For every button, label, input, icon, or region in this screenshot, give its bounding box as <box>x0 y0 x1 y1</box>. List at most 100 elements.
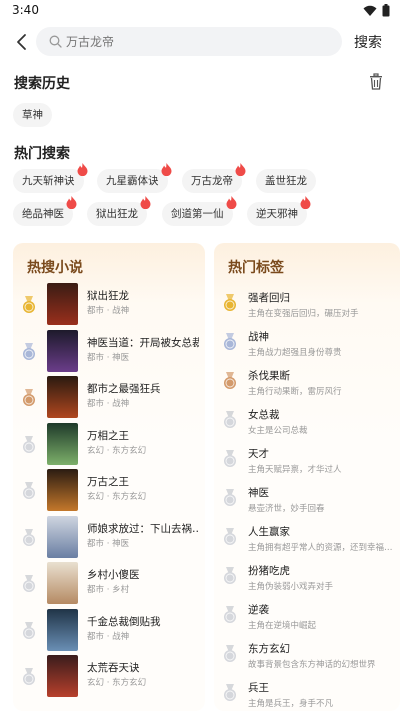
rank-medal-icon <box>22 575 36 597</box>
tag-name: 兵王 <box>248 682 269 694</box>
novel-title: 乡村小傻医 <box>87 569 140 581</box>
rank-medal-icon <box>22 435 36 458</box>
hot-tags-title: 热门标签 <box>228 260 284 276</box>
hot-search-chip[interactable]: 绝品神医 <box>13 196 77 226</box>
novel-meta: 玄幻 · 东方玄幻 <box>87 445 147 456</box>
flame-icon <box>66 196 77 209</box>
novel-title: 万古之王 <box>87 476 129 488</box>
tag-name: 女总裁 <box>248 409 280 421</box>
tag-row[interactable]: 强者回归主角在变强后回归，碾压对手 <box>214 288 400 328</box>
novel-meta: 都市 · 神医 <box>87 352 130 363</box>
tag-desc: 故事背景包含东方神话的幻想世界 <box>248 660 376 670</box>
back-arrow-icon[interactable] <box>12 32 32 52</box>
novel-row[interactable]: 千金总裁倒贴我 都市 · 战神 <box>13 608 205 656</box>
hot-search-chip-label: 盖世狂龙 <box>265 175 307 187</box>
tag-row[interactable]: 东方玄幻 故事背景包含东方神话的幻想世界 <box>214 639 400 679</box>
search-button[interactable]: 搜索 <box>354 32 382 52</box>
tag-row[interactable]: 人生赢家主角拥有超乎常人的资源，还到幸福… <box>214 522 400 562</box>
rank-medal-icon <box>22 296 36 318</box>
search-input[interactable] <box>66 32 326 51</box>
book-cover[interactable] <box>47 329 78 372</box>
hot-search-chip[interactable]: 九星霸体诀 <box>97 163 171 193</box>
novel-title: 狱出狂龙 <box>87 290 129 302</box>
tag-name: 逆袭 <box>248 604 269 616</box>
novel-title: 太荒吞天诀 <box>87 662 140 674</box>
book-cover[interactable] <box>47 655 78 697</box>
status-bar: 3:40 <box>0 0 400 22</box>
tag-name: 神医 <box>248 487 269 499</box>
novel-row[interactable]: 师娘求放过：下山去祸… 都市 · 神医 <box>13 515 205 563</box>
search-box[interactable] <box>36 27 342 56</box>
book-cover[interactable] <box>47 608 78 651</box>
rank-medal-icon <box>22 528 36 551</box>
tag-row[interactable]: 逆袭主角在逆境中崛起 <box>214 600 400 640</box>
rank-medal-icon <box>223 645 237 667</box>
tag-name: 强者回归 <box>248 292 290 304</box>
tag-desc: 主角行动果断，雷厉风行 <box>248 387 342 397</box>
novel-row[interactable]: 都市之最强狂兵 都市 · 战神 <box>13 376 205 423</box>
tag-name: 人生赢家 <box>248 526 290 538</box>
hot-search-chip[interactable]: 逆天邪神 <box>247 196 311 226</box>
book-cover[interactable] <box>47 376 78 418</box>
rank-medal-icon <box>22 389 36 411</box>
flame-icon <box>300 196 311 209</box>
tag-desc: 主角天赋异禀，才华过人 <box>248 465 342 475</box>
flame-icon <box>77 163 87 176</box>
novel-row[interactable]: 狱出狂龙 都市 · 战神 <box>13 283 205 330</box>
novel-meta: 都市 · 战神 <box>87 631 130 642</box>
rank-medal-icon <box>223 411 237 433</box>
tag-name: 战神 <box>248 331 269 343</box>
novel-row[interactable]: 太荒吞天诀玄幻 · 东方玄幻 <box>13 655 205 702</box>
hot-search-chip[interactable]: 九天斩神诀 <box>13 163 87 193</box>
hot-search-chip[interactable]: 万古龙帝 <box>182 163 246 193</box>
novel-row[interactable]: 神医当道：开局被女总裁… 都市 · 神医 <box>13 329 205 377</box>
rank-medal-icon <box>22 342 36 365</box>
book-cover[interactable] <box>47 469 78 511</box>
book-cover[interactable] <box>47 515 78 558</box>
tag-row[interactable]: 兵王 主角是兵王，身手不凡 <box>214 678 400 711</box>
hot-search-chip[interactable]: 盖世狂龙 <box>256 169 316 193</box>
novel-meta: 玄幻 · 东方玄幻 <box>87 678 147 688</box>
tag-desc: 女主是公司总裁 <box>248 426 308 436</box>
history-chip[interactable]: 草神 <box>13 103 52 127</box>
tag-row[interactable]: 天才主角天赋异禀，才华过人 <box>214 444 400 484</box>
novel-row[interactable]: 万相之王 玄幻 · 东方玄幻 <box>13 422 205 470</box>
hot-search-chip-label: 逆天邪神 <box>256 208 298 220</box>
status-time: 3:40 <box>12 3 39 17</box>
tag-desc: 主角拥有超乎常人的资源，还到幸福… <box>248 543 393 553</box>
tag-desc: 主角在逆境中崛起 <box>248 621 317 631</box>
search-icon <box>49 35 62 48</box>
book-cover[interactable] <box>47 283 78 325</box>
novel-meta: 都市 · 神医 <box>87 538 130 549</box>
book-cover[interactable] <box>47 422 78 465</box>
battery-icon <box>382 4 390 17</box>
search-history-title: 搜索历史 <box>14 76 70 92</box>
flame-icon <box>161 163 171 176</box>
novel-title: 都市之最强狂兵 <box>87 383 161 395</box>
tag-row[interactable]: 杀伐果断 主角行动果断，雷厉风行 <box>214 366 400 406</box>
novel-meta: 都市 · 战神 <box>87 399 130 409</box>
tag-desc: 悬壶济世，妙手回春 <box>248 504 325 514</box>
history-chip-label: 草神 <box>22 109 43 121</box>
novel-row[interactable]: 万古之王 玄幻 · 东方玄幻 <box>13 469 205 516</box>
hot-search-chip[interactable]: 狱出狂龙 <box>87 196 151 226</box>
tag-row[interactable]: 战神 主角战力超强且身份尊贵 <box>214 327 400 367</box>
rank-medal-icon <box>22 482 36 504</box>
wifi-icon <box>363 5 377 16</box>
tag-desc: 主角在变强后回归，碾压对手 <box>248 309 359 319</box>
novel-row[interactable]: 乡村小傻医 都市 · 乡村 <box>13 562 205 609</box>
tag-row[interactable]: 神医悬壶济世，妙手回春 <box>214 483 400 523</box>
hot-search-title: 热门搜索 <box>14 146 70 162</box>
hot-search-chip-label: 狱出狂龙 <box>96 208 138 220</box>
tag-row[interactable]: 女总裁女主是公司总裁 <box>214 405 400 445</box>
trash-icon[interactable] <box>368 73 384 90</box>
hot-tags-panel: 热门标签 强者回归主角在变强后回归，碾压对手战神 主角战力超强且身份尊贵 杀伐果断主… <box>214 243 400 711</box>
rank-medal-icon <box>223 528 237 550</box>
tag-name: 天才 <box>248 448 269 460</box>
tag-row[interactable]: 扮猪吃虎 主角伪装弱小戏弄对手 <box>214 561 400 601</box>
hot-search-chip[interactable]: 剑道第一仙 <box>162 196 236 226</box>
hot-novels-panel: 热搜小说 狱出狂龙都市 · 战神神医当道：开局被女总裁…都市 · 神医都市之最强… <box>13 243 205 711</box>
book-cover[interactable] <box>47 562 78 604</box>
rank-medal-icon <box>223 333 237 355</box>
hot-search-chip-label: 剑道第一仙 <box>171 208 224 220</box>
